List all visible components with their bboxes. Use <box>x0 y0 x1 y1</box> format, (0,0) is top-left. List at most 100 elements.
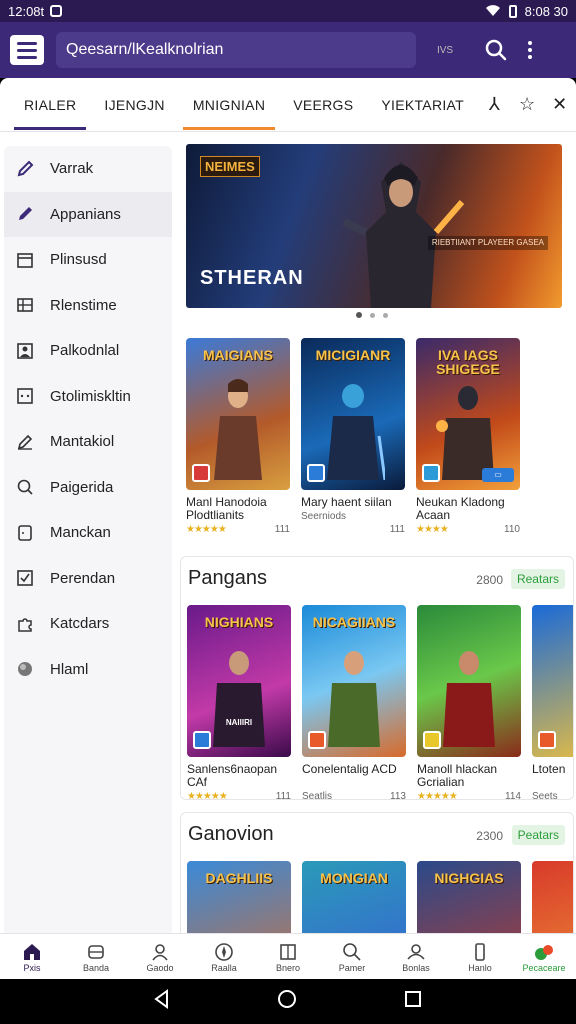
carousel-dots[interactable] <box>356 312 388 318</box>
game-subtitle: Seets <box>532 791 558 800</box>
cover-title: IL <box>538 871 573 885</box>
search-input[interactable]: Qeesarn/lKealknolrian <box>56 32 416 68</box>
star-rating: ★★★★★ <box>417 791 458 800</box>
carousel-dot[interactable] <box>383 312 388 318</box>
carousel-dot[interactable] <box>356 312 362 318</box>
nav-item-4[interactable]: Raalla <box>192 934 256 979</box>
nav-label: Bonlas <box>402 962 430 973</box>
close-icon[interactable]: ✕ <box>543 78 576 132</box>
back-icon[interactable] <box>153 989 171 1014</box>
rocket-icon <box>533 941 555 963</box>
recents-icon[interactable] <box>403 989 423 1014</box>
pencil-icon <box>14 158 36 180</box>
sidebar-item-5[interactable]: Palkodnlal <box>4 328 172 374</box>
sidebar-item-10[interactable]: Perendan <box>4 556 172 602</box>
more-options-icon[interactable] <box>528 41 532 59</box>
tab-4[interactable]: VEERGS <box>279 78 367 132</box>
install-button[interactable]: ▭ <box>482 468 514 482</box>
cover-caption: NAIIIRI <box>225 718 253 727</box>
game-name: Ltoten <box>532 763 566 776</box>
search-icon[interactable] <box>482 36 510 64</box>
nav-item-8[interactable]: Hanlo <box>448 934 512 979</box>
cover-title: MAIGIANS <box>203 347 273 363</box>
game-card[interactable]: MICIGIANR Mary haent siilan Seerniods 11… <box>301 338 405 535</box>
game-card[interactable]: DAGHLIIS <box>187 861 291 933</box>
ivs-button[interactable]: IVS <box>428 40 462 60</box>
section-pill[interactable]: Reatars <box>510 569 565 589</box>
section-pill[interactable]: Peatars <box>511 825 565 845</box>
tab-2[interactable]: IJENGJN <box>90 78 178 132</box>
person-card-icon <box>14 340 36 362</box>
sidebar: Varrak Appanians Plinsusd Rlenstime Palk… <box>4 146 172 933</box>
cover-title: MICIGIANR <box>315 347 391 363</box>
game-name-text: Mary haent siilan <box>301 496 392 509</box>
search-icon <box>14 476 36 498</box>
nav-item-2[interactable]: Banda <box>64 934 128 979</box>
nav-label: Hanlo <box>468 962 492 973</box>
sidebar-item-4[interactable]: Rlenstime <box>4 283 172 329</box>
section-pangans: Pangans 2800 Reatars NIGHIANS NAIIIRI Sa… <box>180 556 574 800</box>
lambda-icon[interactable]: ⅄ <box>478 78 511 132</box>
section-ganovion: Ganovion 2300 Peatars DAGHLIIS MONGIAN N… <box>180 812 574 933</box>
pencil-icon <box>14 203 36 225</box>
puzzle-icon <box>14 613 36 635</box>
sidebar-item-label: Hlaml <box>50 660 89 678</box>
nav-label: Banda <box>82 962 110 973</box>
menu-button[interactable] <box>10 35 44 65</box>
game-card[interactable]: IL <box>532 861 573 933</box>
game-card[interactable]: NIGHIANS NAIIIRI Sanlens6naopan CAf ★★★★… <box>187 605 291 800</box>
nav-item-3[interactable]: Gaodo <box>128 934 192 979</box>
nav-item-9[interactable]: Pecaceare <box>512 934 576 979</box>
game-cover: V <box>532 605 573 757</box>
sidebar-item-2[interactable]: Appanians <box>4 191 172 237</box>
tab-1[interactable]: RIALER <box>10 78 90 132</box>
tab-5[interactable]: YIEKTARIAT <box>367 78 478 132</box>
carousel-dot[interactable] <box>370 312 375 318</box>
sidebar-item-9[interactable]: Manckan <box>4 510 172 556</box>
sidebar-item-1[interactable]: Varrak <box>4 146 172 192</box>
tab-bar: RIALER IJENGJN MNIGNIAN VEERGS YIEKTARIA… <box>0 78 576 132</box>
game-card[interactable]: MAIGIANS Manl Hanodoia Plodtlianits ★★★★… <box>186 338 290 535</box>
cover-title: NIGHGIAS <box>434 870 504 886</box>
sidebar-item-6[interactable]: Gtolimiskltin <box>4 374 172 420</box>
game-card[interactable]: Manoll hlackan Gcrialian ★★★★★ 114 <box>417 605 521 800</box>
person-icon <box>149 941 171 963</box>
sidebar-item-11[interactable]: Katcdars <box>4 601 172 647</box>
nav-item-5[interactable]: Bnero <box>256 934 320 979</box>
game-card[interactable]: NICAGIIANS Conelentalig ACD Seatlis 113 <box>302 605 406 799</box>
cover-title: MONGIAN <box>320 870 388 886</box>
globe-icon <box>14 658 36 680</box>
game-card[interactable]: NIGHGIAS <box>417 861 521 933</box>
rating-count: 114 <box>505 791 521 800</box>
nav-item-7[interactable]: Bonlas <box>384 934 448 979</box>
game-card[interactable]: IVA IAGS SHIGEGE ▭ Neukan Kladong Acaan … <box>416 338 520 535</box>
sidebar-item-label: Paigerida <box>50 478 114 496</box>
nav-label: Raalla <box>211 962 237 973</box>
sidebar-item-12[interactable]: Hlaml <box>4 647 172 693</box>
status-time: 12:08t <box>8 3 45 19</box>
game-card[interactable]: MONGIAN <box>302 861 406 933</box>
nav-label: Pxis <box>23 962 41 973</box>
game-icon <box>192 464 210 482</box>
home-icon <box>21 941 43 963</box>
game-meta: Seatlis 113 <box>302 791 406 799</box>
book-icon <box>277 941 299 963</box>
sidebar-item-8[interactable]: Paigerida <box>4 465 172 511</box>
home-button-icon[interactable] <box>276 988 298 1015</box>
gamepad-icon <box>85 941 107 963</box>
nav-item-6[interactable]: Pamer <box>320 934 384 979</box>
game-meta: Seets <box>532 791 573 800</box>
tab-3[interactable]: MNIGNIAN <box>179 78 279 132</box>
star-icon[interactable]: ☆ <box>511 78 544 132</box>
checkbox-icon <box>14 567 36 589</box>
nav-item-1[interactable]: Pxis <box>0 934 64 979</box>
game-cover: IVA IAGS SHIGEGE ▭ <box>416 338 520 490</box>
game-cover: MONGIAN <box>302 861 406 933</box>
hero-banner[interactable]: NEIMES STHERAN RIEBTIIANT PLAYEER GASEA <box>186 144 562 308</box>
search-icon <box>341 941 363 963</box>
sidebar-item-3[interactable]: Plinsusd <box>4 237 172 283</box>
game-card[interactable]: V Ltoten Seets <box>532 605 573 800</box>
status-right-text: 8:08 30 <box>524 3 568 19</box>
star-rating: ★★★★★ <box>187 791 228 800</box>
sidebar-item-7[interactable]: Mantakiol <box>4 419 172 465</box>
